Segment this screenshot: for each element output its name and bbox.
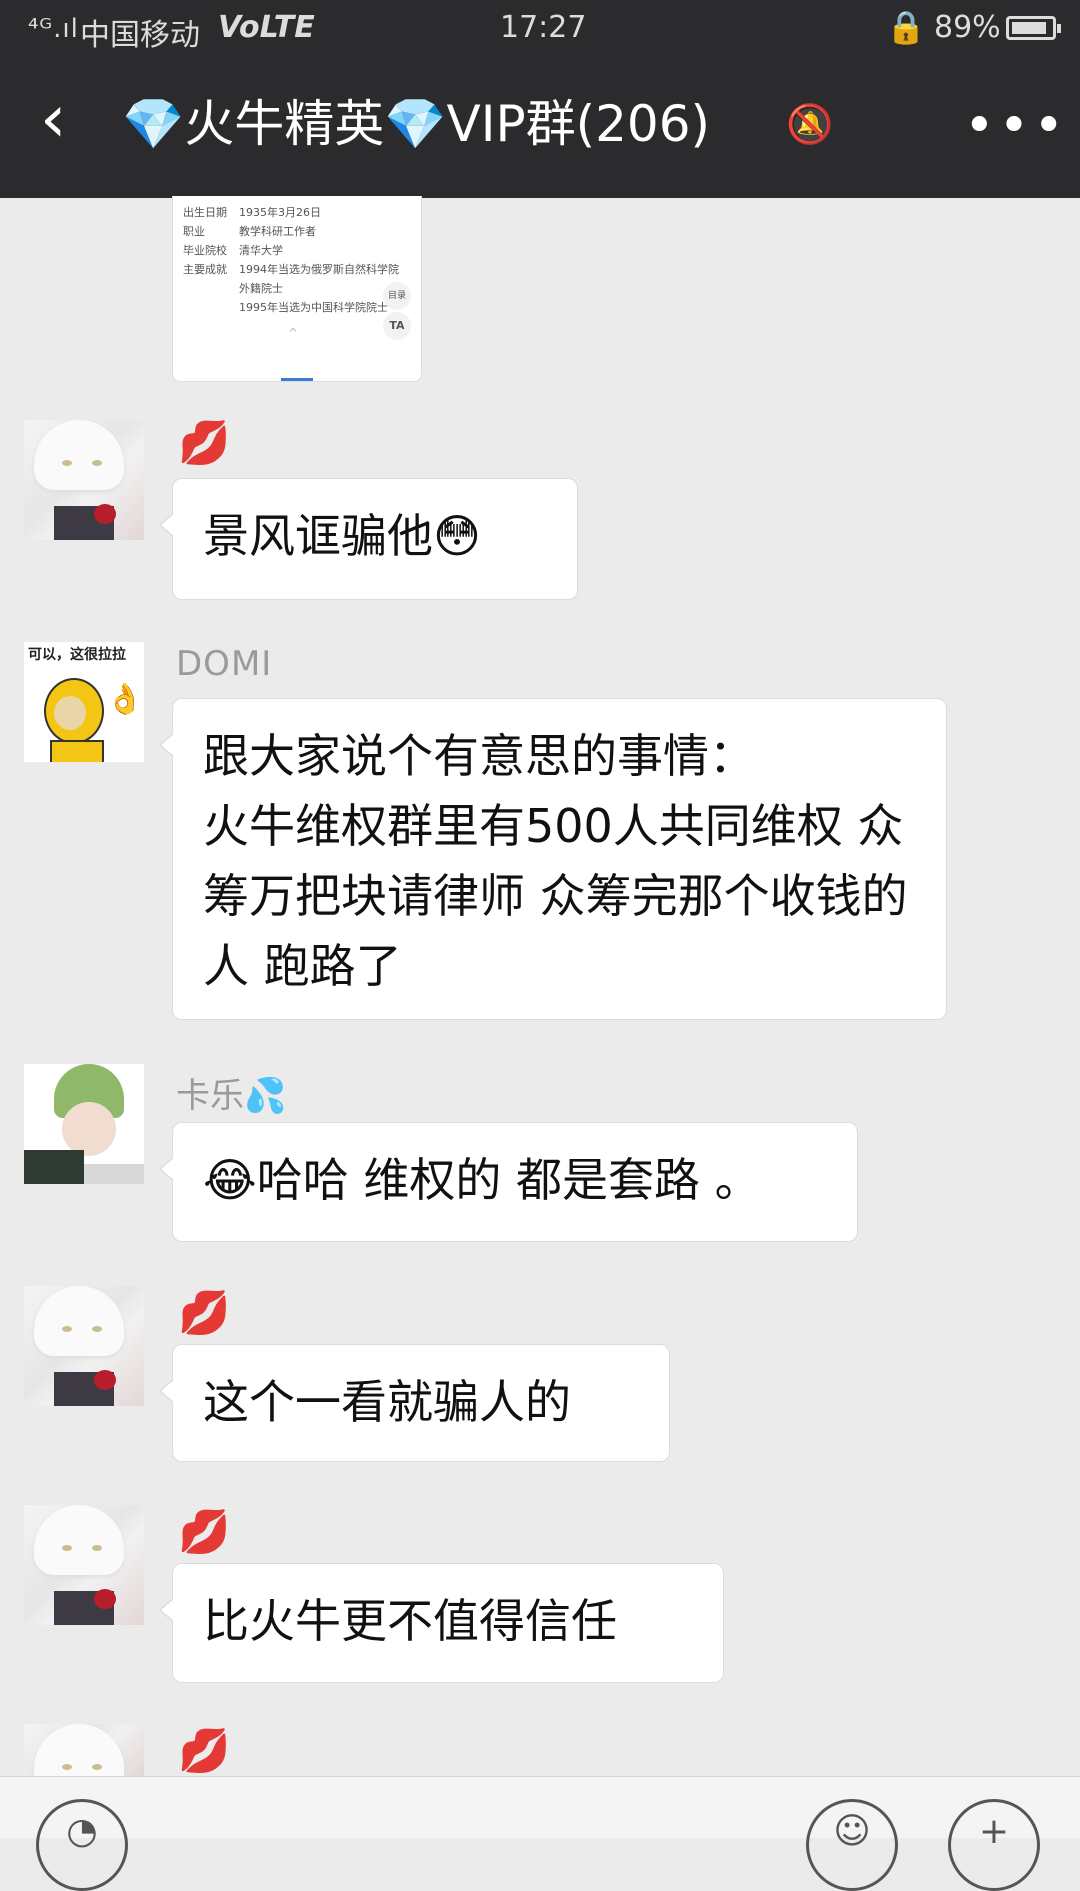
avatar[interactable] (24, 1064, 144, 1184)
ta-button: TA (383, 312, 411, 340)
sender-name: 💋 (178, 1288, 231, 1337)
group-title[interactable]: 💎火牛精英💎VIP群(206) (122, 94, 710, 154)
plus-button[interactable]: + (948, 1799, 1040, 1891)
sender-name: 卡乐💦 (176, 1076, 287, 1116)
voice-input-button[interactable]: ◔ (36, 1799, 128, 1891)
rotation-lock-icon: 🔒 (886, 8, 926, 46)
input-bar: ◔ ☺ + (0, 1776, 1080, 1891)
message-bubble[interactable]: 比火牛更不值得信任 (159, 1563, 724, 1683)
chevron-up-icon: ^ (288, 326, 299, 340)
emoji-button[interactable]: ☺ (806, 1799, 898, 1891)
card-row: 职业 教学科研工作者 (183, 225, 316, 238)
card-row: 出生日期 1935年3月26日 (183, 206, 321, 219)
message-bubble[interactable]: 景风诓骗他😳 (159, 478, 578, 600)
card-row: 1995年当选为中国科学院院士 (239, 301, 388, 314)
battery-percent: 89% (934, 10, 1001, 45)
sender-name: 💋 (178, 418, 231, 467)
toc-button: 目录 (383, 282, 411, 310)
avatar[interactable] (24, 1286, 144, 1406)
sender-name: DOMI (176, 644, 273, 684)
clock: 17:27 (500, 10, 587, 45)
mute-icon: 🔕 (786, 102, 834, 146)
battery-icon (1006, 16, 1061, 40)
message-bubble[interactable]: 这个一看就骗人的 (159, 1344, 670, 1462)
card-indicator (281, 378, 313, 381)
sender-name: 💋 (178, 1726, 231, 1775)
sender-name: 💋 (178, 1507, 231, 1556)
message-bubble[interactable]: 跟大家说个有意思的事情： 火牛维权群里有500人共同维权 众筹万把块请律师 众筹… (159, 698, 947, 1020)
status-bar: ⁴ᴳ.ıl 中国移动 VoLTE 17:27 🔒 89% (0, 0, 1080, 56)
card-row: 外籍院士 (239, 282, 283, 295)
avatar[interactable] (24, 1505, 144, 1625)
chat-header: ‹ 💎火牛精英💎VIP群(206) 🔕 ••• (0, 56, 1080, 198)
avatar[interactable] (24, 1724, 144, 1776)
volte-label: VoLTE (218, 10, 315, 45)
avatar[interactable] (24, 420, 144, 540)
signal-icon: ⁴ᴳ.ıl (28, 14, 79, 44)
back-button[interactable]: ‹ (40, 86, 66, 152)
card-row: 毕业院校 清华大学 (183, 244, 283, 257)
carrier-label: 中国移动 (80, 18, 200, 53)
battery-fill (1012, 22, 1046, 34)
avatar[interactable]: 可以，这很拉拉 👌 (24, 642, 144, 762)
shared-image-card[interactable]: 出生日期 1935年3月26日 职业 教学科研工作者 毕业院校 清华大学 主要成就 19… (172, 196, 422, 382)
message-bubble[interactable]: 😂哈哈 维权的 都是套路 。 (159, 1122, 858, 1242)
more-options-button[interactable]: ••• (964, 96, 1068, 156)
card-row: 主要成就 1994年当选为俄罗斯自然科学院 (183, 263, 399, 276)
